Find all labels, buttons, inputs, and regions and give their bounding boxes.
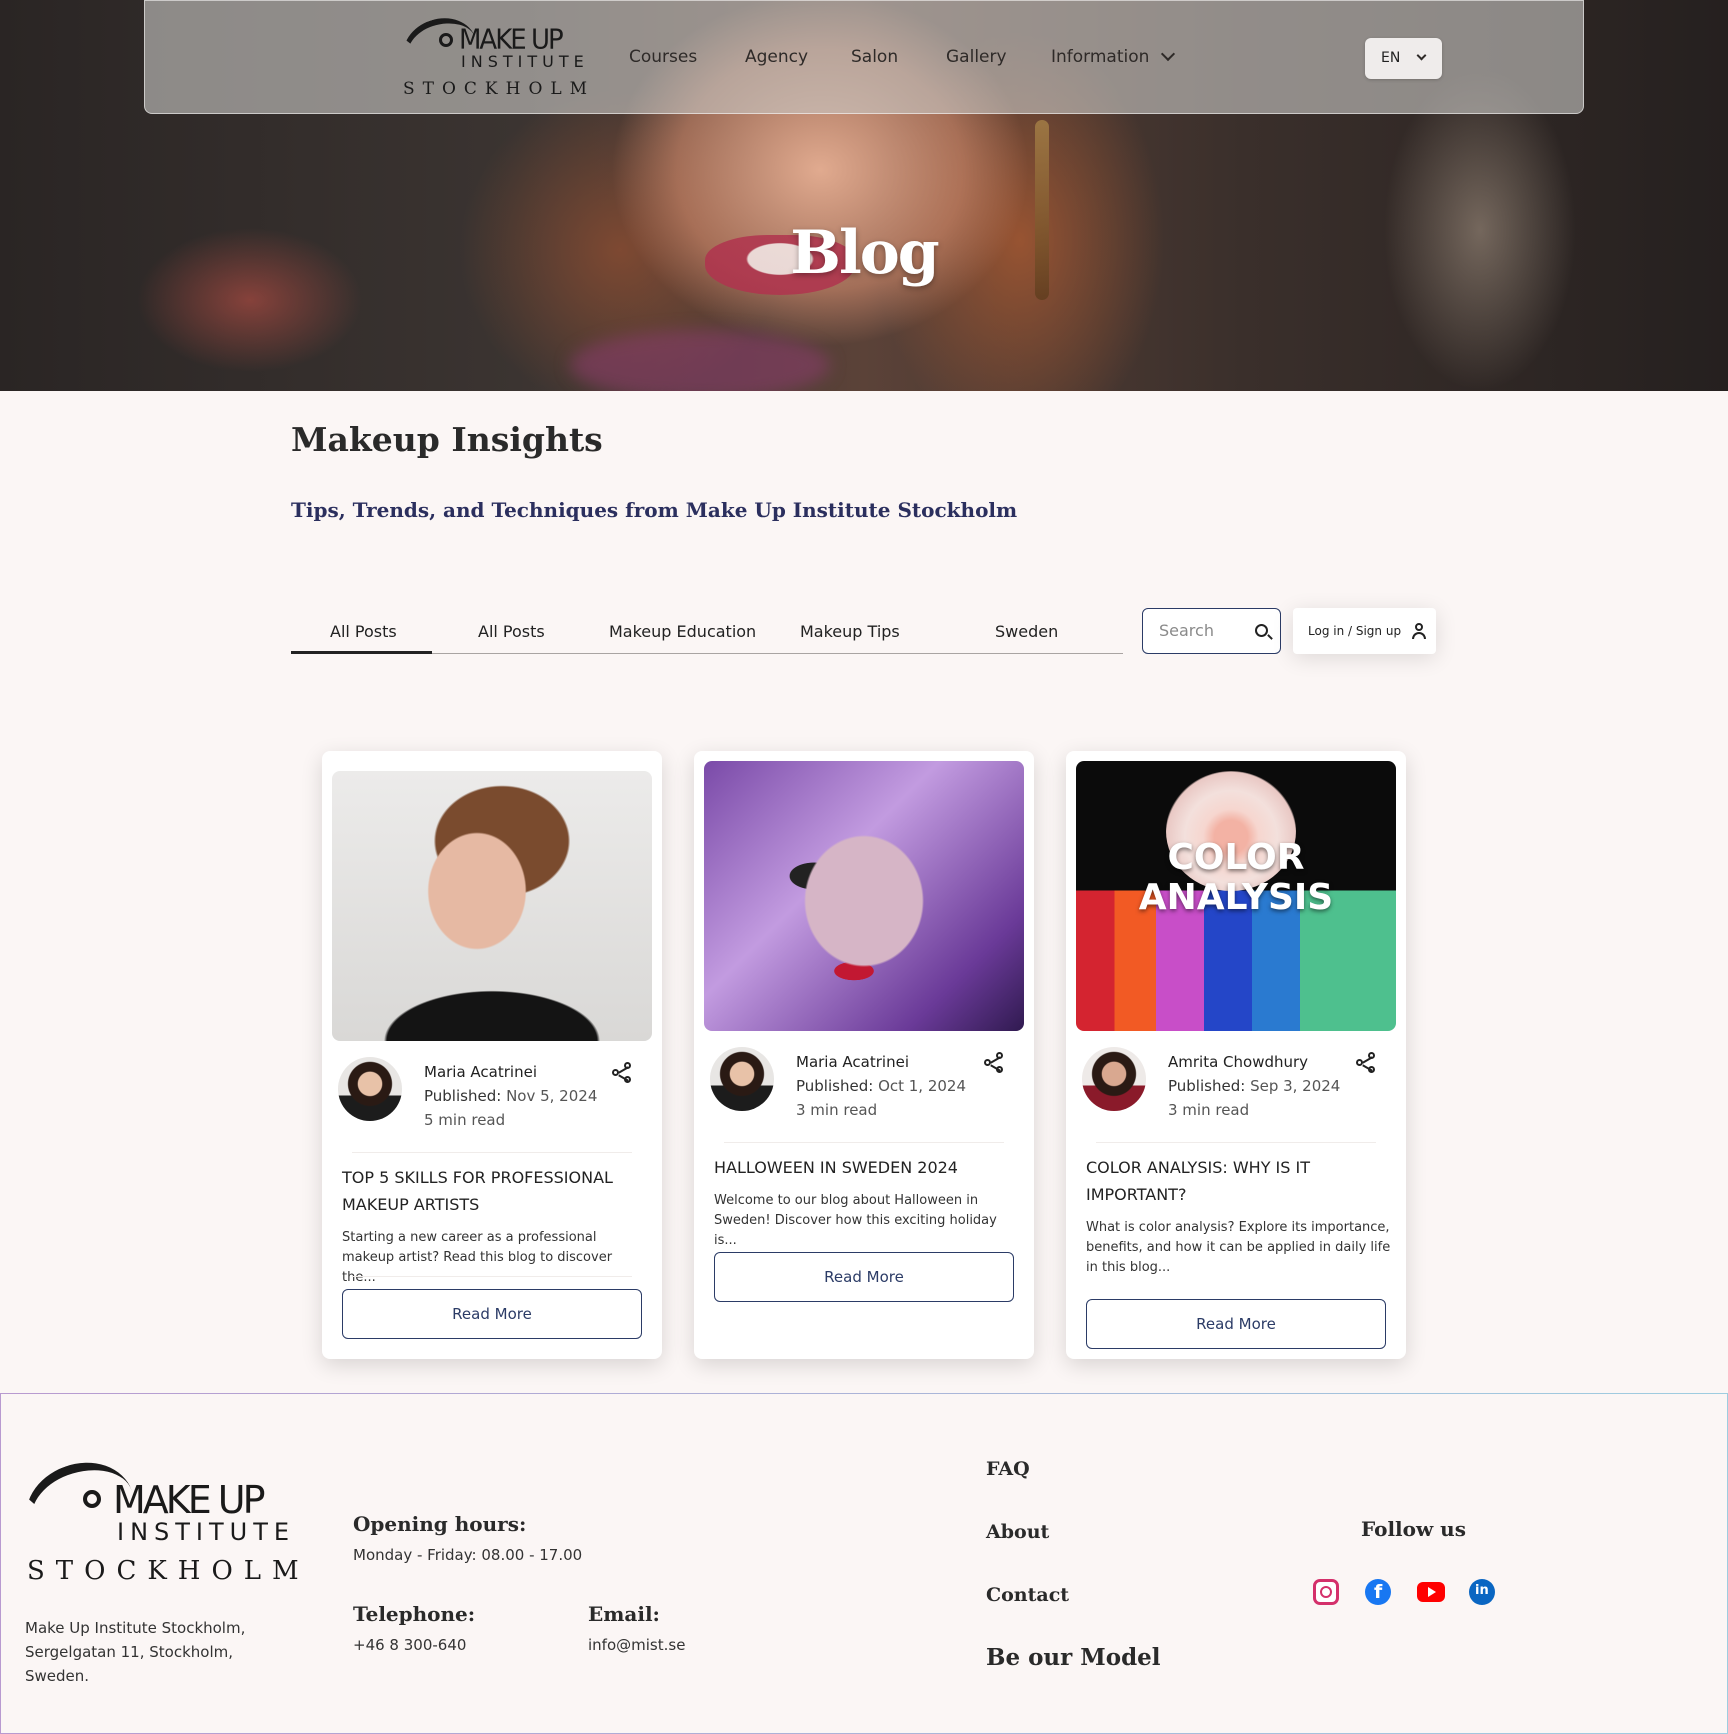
facebook-icon[interactable] [1365, 1579, 1391, 1605]
image-caption: ANALYSIS [1138, 877, 1334, 918]
follow-us-heading: Follow us [1361, 1517, 1466, 1541]
blog-post-card[interactable]: Maria Acatrinei Published: Oct 1, 2024 3… [694, 751, 1034, 1359]
youtube-icon[interactable] [1417, 1582, 1445, 1602]
nav-item-agency[interactable]: Agency [745, 47, 808, 67]
post-title[interactable]: COLOR ANALYSIS: WHY IS IT IMPORTANT? [1086, 1154, 1386, 1208]
post-author: Maria Acatrinei [424, 1063, 537, 1081]
active-tab-indicator [291, 651, 432, 654]
search-input[interactable] [1159, 621, 1249, 640]
post-date: Published: Nov 5, 2024 [424, 1087, 598, 1105]
image-caption: COLOR [1167, 837, 1305, 878]
user-icon [1412, 623, 1426, 639]
footer-logo[interactable]: MAKE UP INSTITUTE STOCKHOLM [12, 1447, 299, 1594]
post-image[interactable] [704, 761, 1024, 1031]
post-image[interactable]: COLOR ANALYSIS [1076, 761, 1396, 1031]
footer-link-about[interactable]: About [986, 1521, 1049, 1543]
read-more-button[interactable]: Read More [714, 1252, 1014, 1302]
post-excerpt: Welcome to our blog about Halloween in S… [714, 1193, 997, 1248]
divider [1096, 1142, 1376, 1143]
share-icon[interactable] [612, 1062, 634, 1084]
share-icon[interactable] [1356, 1052, 1378, 1074]
opening-hours-value: Monday - Friday: 08.00 - 17.00 [353, 1546, 583, 1564]
divider [352, 1276, 632, 1277]
blog-post-card[interactable]: Maria Acatrinei Published: Nov 5, 2024 5… [322, 751, 662, 1359]
tab-all-posts[interactable]: All Posts [330, 622, 397, 641]
language-label: EN [1381, 50, 1401, 66]
read-more-button[interactable]: Read More [342, 1289, 642, 1339]
avatar [1082, 1047, 1146, 1111]
post-excerpt: What is color analysis? Explore its impo… [1086, 1220, 1391, 1275]
logo-text-line2: INSTITUTE [461, 52, 589, 71]
logo-eye-mark [83, 1490, 101, 1508]
search-icon[interactable] [1255, 624, 1268, 637]
page-subtitle: Tips, Trends, and Techniques from Make U… [291, 498, 1018, 522]
post-title[interactable]: HALLOWEEN IN SWEDEN 2024 [714, 1154, 1014, 1181]
login-label: Log in / Sign up [1308, 624, 1402, 638]
category-tabs: All Posts All Posts Makeup Education Mak… [291, 608, 1123, 654]
avatar [338, 1057, 402, 1121]
logo-text-line3: STOCKHOLM [27, 1556, 310, 1586]
search-box[interactable] [1142, 608, 1281, 654]
logo-text-line1: MAKE UP [113, 1478, 266, 1522]
brand-logo[interactable]: MAKE UP INSTITUTE STOCKHOLM [395, 9, 587, 101]
post-date: Published: Oct 1, 2024 [796, 1077, 967, 1095]
nav-item-courses[interactable]: Courses [629, 47, 697, 67]
avatar [710, 1047, 774, 1111]
linkedin-icon[interactable] [1469, 1579, 1495, 1605]
footer-address: Make Up Institute Stockholm, Sergelgatan… [25, 1619, 246, 1685]
footer-link-contact[interactable]: Contact [986, 1584, 1069, 1606]
hero-title: Blog [790, 218, 939, 288]
post-author: Amrita Chowdhury [1168, 1053, 1309, 1071]
nav-item-gallery[interactable]: Gallery [946, 47, 1007, 67]
login-signup-button[interactable]: Log in / Sign up [1293, 608, 1436, 654]
read-more-button[interactable]: Read More [1086, 1299, 1386, 1349]
page-title: Makeup Insights [291, 420, 603, 459]
post-image[interactable] [332, 771, 652, 1041]
opening-hours-heading: Opening hours: [353, 1512, 527, 1536]
divider [724, 1142, 1004, 1143]
hero-decoration [570, 330, 830, 391]
tab-makeup-tips[interactable]: Makeup Tips [800, 622, 900, 641]
share-icon[interactable] [984, 1052, 1006, 1074]
post-author: Maria Acatrinei [796, 1053, 909, 1071]
nav-item-information[interactable]: Information [1051, 47, 1149, 67]
telephone-value[interactable]: +46 8 300-640 [353, 1636, 466, 1654]
nav-item-salon[interactable]: Salon [851, 47, 898, 67]
tab-sweden[interactable]: Sweden [995, 622, 1058, 641]
site-footer: MAKE UP INSTITUTE STOCKHOLM Make Up Inst… [0, 1393, 1728, 1734]
logo-eye-mark [439, 33, 453, 47]
footer-link-faq[interactable]: FAQ [986, 1458, 1030, 1480]
post-date: Published: Sep 3, 2024 [1168, 1077, 1341, 1095]
logo-text-line2: INSTITUTE [117, 1518, 296, 1546]
blog-post-card[interactable]: COLOR ANALYSIS Amrita Chowdhury Publishe… [1066, 751, 1406, 1359]
telephone-heading: Telephone: [353, 1602, 476, 1626]
email-heading: Email: [588, 1602, 660, 1626]
footer-link-be-our-model[interactable]: Be our Model [986, 1644, 1161, 1671]
language-selector[interactable]: EN [1365, 38, 1442, 79]
post-read-time: 5 min read [424, 1111, 506, 1129]
top-navigation: MAKE UP INSTITUTE STOCKHOLM Courses Agen… [144, 0, 1584, 114]
chevron-down-icon[interactable] [1160, 46, 1176, 62]
logo-text-line3: STOCKHOLM [403, 79, 596, 99]
post-excerpt: Starting a new career as a professional … [342, 1230, 613, 1285]
chevron-down-icon [1416, 50, 1427, 61]
tab-makeup-education[interactable]: Makeup Education [609, 622, 756, 641]
email-value[interactable]: info@mist.se [588, 1636, 685, 1654]
tab-all-posts-2[interactable]: All Posts [478, 622, 545, 641]
post-read-time: 3 min read [796, 1101, 878, 1119]
instagram-icon[interactable] [1313, 1579, 1339, 1605]
post-read-time: 3 min read [1168, 1101, 1250, 1119]
post-title[interactable]: TOP 5 SKILLS FOR PROFESSIONAL MAKEUP ART… [342, 1164, 642, 1218]
divider [352, 1152, 632, 1153]
